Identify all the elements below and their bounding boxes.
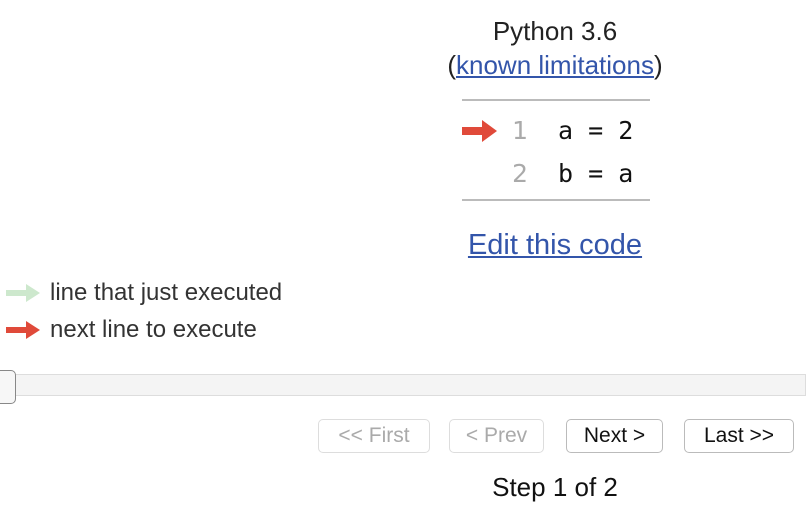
language-version: Python 3.6: [492, 16, 618, 46]
legend-next: next line to execute: [6, 315, 366, 345]
step-counter: Step 1 of 2: [492, 472, 618, 502]
code-text: a = 2: [558, 116, 634, 145]
line-number: 1: [512, 116, 528, 145]
known-limitations-link[interactable]: known limitations: [456, 50, 654, 80]
legend-next-label: next line to execute: [50, 316, 257, 343]
next-arrow-icon: [6, 321, 40, 339]
line-number: 2: [512, 159, 528, 188]
first-button[interactable]: << First: [318, 419, 430, 453]
code-line: 2 b = a: [462, 156, 650, 192]
limitations-line: (known limitations): [405, 48, 705, 82]
language-header: Python 3.6 (known limitations): [405, 14, 705, 82]
prev-button[interactable]: < Prev: [449, 419, 544, 453]
next-button[interactable]: Next >: [566, 419, 663, 453]
last-button[interactable]: Last >>: [684, 419, 794, 453]
legend-executed: line that just executed: [6, 278, 366, 308]
current-line-arrow-icon: [462, 119, 502, 143]
executed-arrow-icon: [6, 284, 40, 302]
edit-code-link[interactable]: Edit this code: [405, 226, 705, 264]
open-paren: (: [447, 50, 456, 80]
code-text: b = a: [558, 159, 634, 188]
code-line: 1 a = 2: [462, 113, 650, 149]
code-listing: 1 a = 2 2 b = a: [462, 99, 650, 201]
legend-executed-label: line that just executed: [50, 279, 283, 306]
close-paren: ): [653, 50, 663, 80]
visualizer-page: Python 3.6 (known limitations) 1 a = 2 2…: [0, 0, 806, 508]
slider-handle[interactable]: [0, 370, 16, 404]
execution-slider[interactable]: [0, 374, 806, 396]
